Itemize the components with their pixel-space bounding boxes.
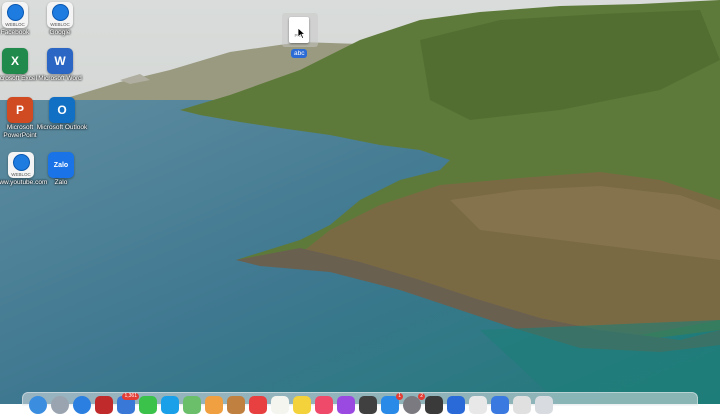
desktop-icon-label: Zalo (54, 179, 68, 186)
dock-item-app[interactable] (425, 396, 443, 414)
desktop-icon-zalo[interactable]: Zalo Zalo (32, 152, 90, 187)
dock-item-app[interactable] (491, 396, 509, 414)
zalo-icon: Zalo (48, 152, 74, 178)
notification-badge: 1,361 (122, 393, 139, 400)
dock-item-app[interactable] (161, 396, 179, 414)
dock-item-app[interactable] (95, 396, 113, 414)
dock-item-notes[interactable] (293, 396, 311, 414)
word-icon: W (47, 48, 73, 74)
dock-item-mail[interactable]: 1,361 (117, 393, 139, 414)
desktop-wallpaper (0, 0, 720, 404)
dock-item-launchpad[interactable] (51, 396, 69, 414)
powerpoint-icon: P (7, 97, 33, 123)
desktop-icon-label: Google (49, 29, 71, 36)
dock-item-music[interactable] (315, 396, 333, 414)
file-name-label[interactable]: abc (291, 49, 308, 58)
outlook-icon: O (49, 97, 75, 123)
dock-item-messages[interactable] (139, 396, 157, 414)
dock-item-maps[interactable] (183, 396, 201, 414)
dock-item-app-store[interactable]: 1 (381, 393, 403, 414)
desktop-icon-google[interactable]: WEBLOC Google (31, 2, 89, 37)
dock-item-app[interactable] (447, 396, 465, 414)
notification-badge: 2 (418, 393, 425, 400)
excel-icon: X (2, 48, 28, 74)
dock-item-trash[interactable] (535, 396, 553, 414)
dock-item-settings[interactable]: 2 (403, 393, 425, 414)
dock-item-app[interactable] (249, 396, 267, 414)
dock-item-app[interactable] (227, 396, 245, 414)
dock-item-finder[interactable] (29, 396, 47, 414)
dock-item-photos[interactable] (205, 396, 223, 414)
dock-item-safari[interactable] (73, 396, 91, 414)
compass-icon: WEBLOC (8, 152, 34, 178)
dock-item-app[interactable] (469, 396, 487, 414)
mouse-cursor-icon (298, 28, 306, 39)
dock-item-notes[interactable] (271, 396, 289, 414)
desktop-icon-outlook[interactable]: O Microsoft Outlook (33, 97, 91, 132)
desktop-icon-word[interactable]: W Microsoft Word (31, 48, 89, 83)
dock-item-app[interactable] (359, 396, 377, 414)
dock-item-app[interactable] (513, 396, 531, 414)
compass-icon: WEBLOC (2, 2, 28, 28)
dock-item-app[interactable] (337, 396, 355, 414)
compass-icon: WEBLOC (47, 2, 73, 28)
notification-badge: 1 (396, 393, 403, 400)
desktop-icon-label: Microsoft Word (38, 75, 82, 82)
desktop-icon-label: Microsoft Outlook (36, 124, 88, 131)
